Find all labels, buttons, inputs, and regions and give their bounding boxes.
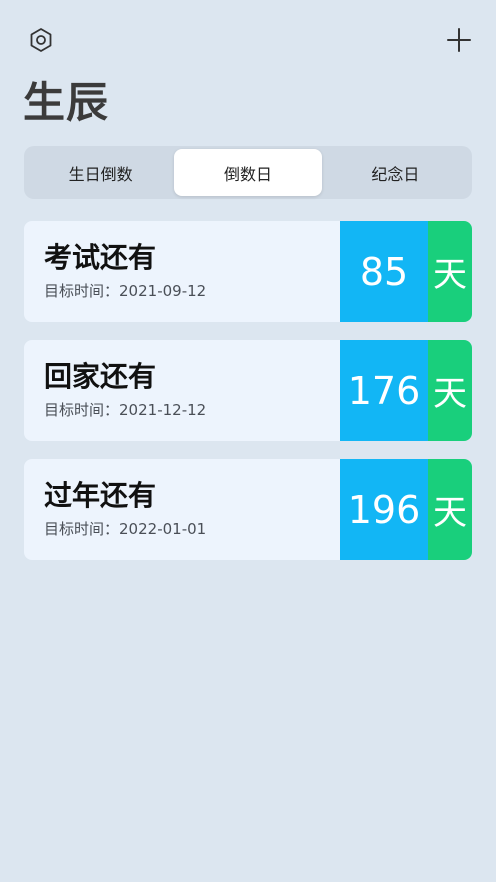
segmented-control: 生日倒数 倒数日 纪念日: [24, 146, 472, 199]
tab-countdown-days[interactable]: 倒数日: [174, 149, 322, 196]
card-title: 回家还有: [44, 360, 157, 393]
page-title: 生辰: [23, 78, 110, 127]
card-target-date: 目标时间：2022-01-01: [44, 519, 340, 539]
top-bar: [0, 0, 496, 80]
target-date-value: 2021-09-12: [119, 282, 207, 300]
target-date-label: 目标时间：: [44, 520, 120, 538]
tab-anniversary[interactable]: 纪念日: [322, 149, 469, 196]
countdown-card[interactable]: 考试还有 目标时间：2021-09-12 85 天: [24, 221, 472, 322]
days-remaining: 176: [340, 340, 428, 441]
countdown-card[interactable]: 回家还有 目标时间：2021-12-12 176 天: [24, 340, 472, 441]
countdown-card[interactable]: 过年还有 目标时间：2022-01-01 196 天: [24, 459, 472, 560]
plus-icon: [446, 27, 472, 57]
target-date-label: 目标时间：: [44, 401, 120, 419]
add-button[interactable]: [444, 27, 474, 57]
days-remaining: 196: [340, 459, 428, 560]
days-remaining: 85: [340, 221, 428, 322]
card-target-date: 目标时间：2021-12-12: [44, 400, 340, 420]
days-unit: 天: [428, 340, 472, 441]
card-info: 考试还有 目标时间：2021-09-12: [24, 221, 340, 322]
target-date-label: 目标时间：: [44, 282, 120, 300]
target-date-value: 2022-01-01: [119, 520, 207, 538]
card-info: 过年还有 目标时间：2022-01-01: [24, 459, 340, 560]
days-unit: 天: [428, 221, 472, 322]
settings-icon: [28, 27, 54, 57]
card-info: 回家还有 目标时间：2021-12-12: [24, 340, 340, 441]
card-target-date: 目标时间：2021-09-12: [44, 281, 340, 301]
settings-button[interactable]: [27, 28, 55, 56]
target-date-value: 2021-12-12: [119, 401, 207, 419]
card-title: 过年还有: [44, 479, 157, 512]
tab-birthday-countdown[interactable]: 生日倒数: [27, 149, 174, 196]
card-title: 考试还有: [44, 241, 157, 274]
days-unit: 天: [428, 459, 472, 560]
